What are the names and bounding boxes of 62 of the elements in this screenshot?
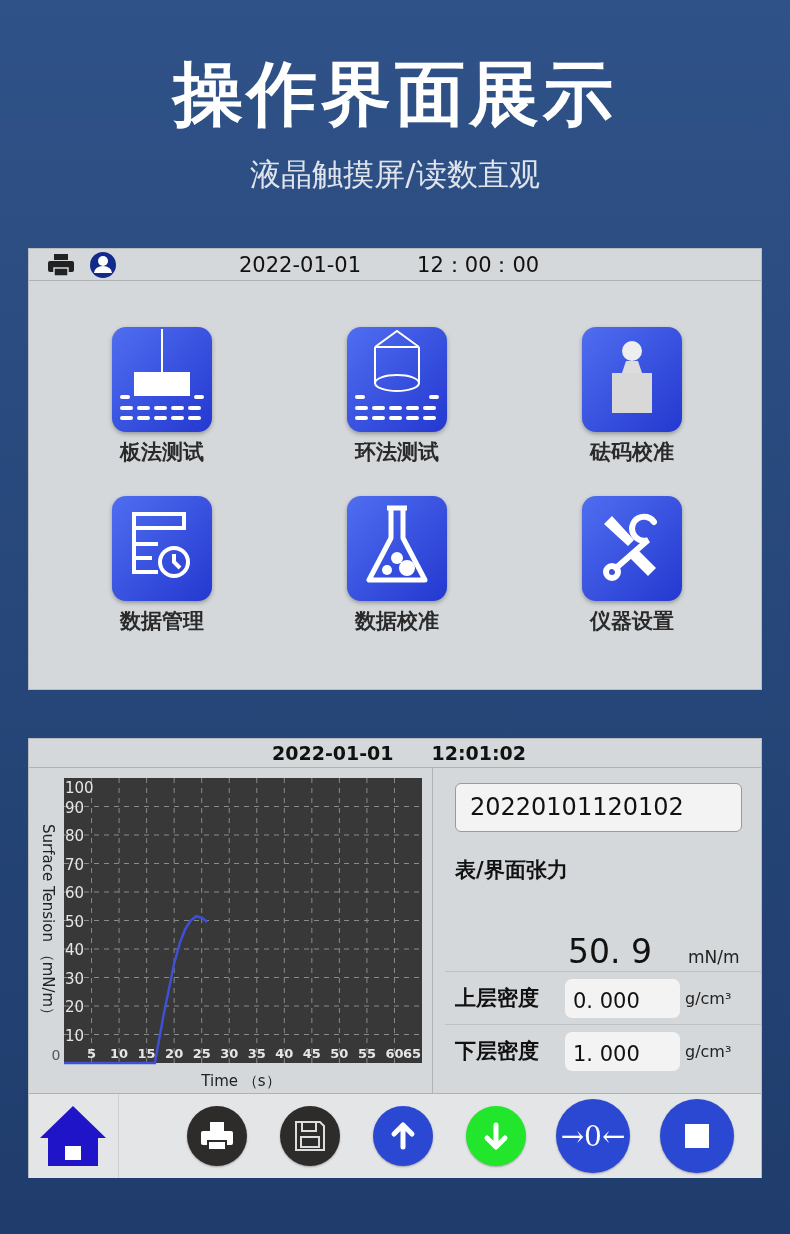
page-title: 操作界面展示 [173, 52, 617, 137]
x-axis-label: Time （s） [201, 1072, 281, 1090]
tick-label: 80 [65, 827, 85, 845]
tick-label: 10 [110, 1046, 129, 1061]
result-value: 50. 9 [568, 932, 653, 971]
tick-label: 60 [65, 884, 85, 902]
tick-label: 100 [65, 779, 94, 797]
stop-button[interactable] [660, 1099, 734, 1173]
tick-label: 55 [357, 1046, 376, 1061]
tick-label: 50 [330, 1046, 349, 1061]
tick-label: 45 [302, 1046, 321, 1061]
tick-label: 20 [165, 1046, 184, 1061]
tick-label: 0 [51, 1047, 61, 1063]
tick-label: 10 [65, 1026, 85, 1045]
printer-icon[interactable] [47, 252, 75, 277]
tick-label: 5 [87, 1046, 97, 1061]
menu-tile[interactable]: 仪器设置 [561, 496, 702, 635]
tools-icon [581, 496, 682, 601]
menu-tile[interactable]: 环法测试 [326, 327, 467, 466]
sample-id-field[interactable]: 20220101120102 [455, 783, 742, 832]
tick-label: 20 [65, 998, 85, 1016]
flask-icon [346, 496, 447, 601]
page-subtitle: 液晶触摸屏/读数直观 [250, 155, 540, 194]
density-label: 下层密度 [455, 1038, 540, 1065]
tick-label: 70 [65, 855, 85, 874]
result-label: 表/界面张力 [455, 857, 569, 884]
home-icon[interactable] [38, 1104, 108, 1168]
time-text: 12：00：00 [417, 251, 540, 279]
tick-label: 35 [247, 1046, 266, 1061]
print-button[interactable] [187, 1106, 247, 1166]
tick-label: 40 [275, 1046, 294, 1061]
menu-tile[interactable]: 数据校准 [326, 496, 467, 635]
date-text: 2022-01-01 [272, 742, 394, 764]
density-field[interactable]: 1. 000 [565, 1031, 680, 1071]
unit-text: mN/m [688, 947, 740, 967]
tick-label: 50 [65, 912, 85, 931]
tick-label: 15 [137, 1046, 156, 1061]
tick-label: 90 [65, 798, 85, 817]
plate-icon [111, 327, 212, 432]
tick-label: 25 [192, 1046, 211, 1061]
unit-text: g/cm³ [685, 1041, 732, 1061]
menu-tile[interactable]: 数据管理 [91, 496, 232, 635]
user-icon[interactable] [89, 250, 117, 279]
up-button[interactable] [373, 1106, 433, 1166]
tick-label: 30 [220, 1046, 239, 1061]
y-axis-label: Surface Tension （mN/m） [39, 824, 57, 1023]
density-label: 上层密度 [455, 985, 540, 1012]
tick-label: 65 [402, 1046, 422, 1061]
tick-label: 40 [65, 941, 85, 959]
zero-button[interactable]: →0← [556, 1099, 630, 1173]
tick-label: 30 [65, 969, 85, 988]
save-button[interactable] [280, 1106, 340, 1166]
records-icon [111, 496, 212, 601]
density-field[interactable]: 0. 000 [565, 978, 680, 1018]
time-text: 12:01:02 [431, 742, 527, 764]
ring-icon [346, 327, 447, 432]
tick-label: 60 [385, 1046, 404, 1061]
unit-text: g/cm³ [685, 988, 732, 1008]
date-text: 2022-01-01 [239, 252, 362, 277]
menu-tile[interactable]: 板法测试 [91, 327, 232, 466]
weight-icon [581, 327, 682, 432]
menu-tile[interactable]: 砝码校准 [561, 327, 702, 466]
